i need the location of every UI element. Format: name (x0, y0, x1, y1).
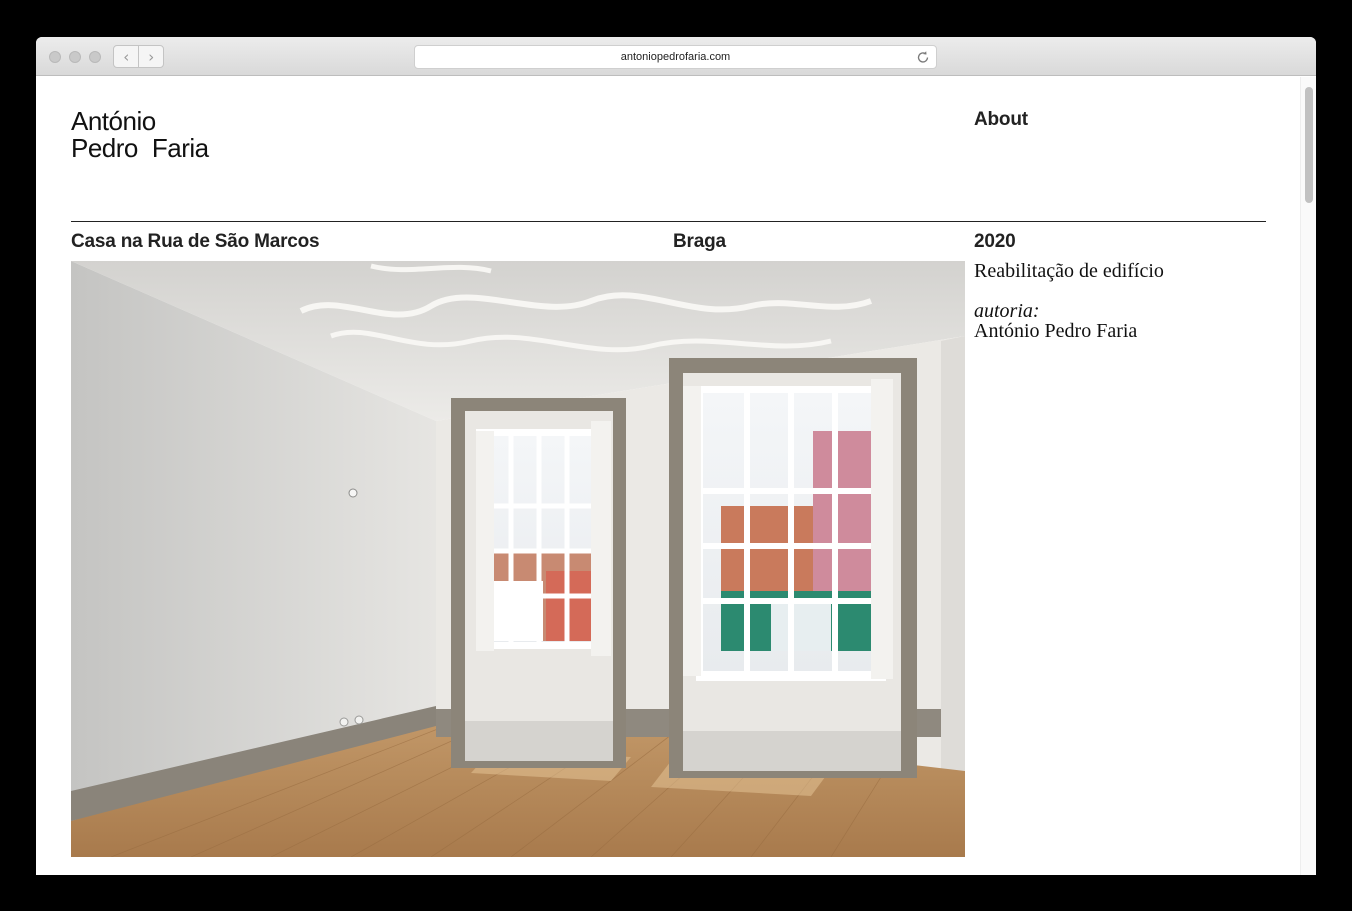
address-bar[interactable]: antoniopedrofaria.com (414, 45, 937, 69)
page-content: António Pedro Faria About Casa na Rua de … (36, 77, 1300, 875)
url-text: antoniopedrofaria.com (620, 51, 731, 63)
nav-about-link[interactable]: About (974, 109, 1028, 131)
project-year: 2020 (974, 231, 1016, 252)
logo-last-name: Faria (151, 133, 209, 163)
project-details: Reabilitação de edifício autoria: Antóni… (974, 259, 1164, 341)
site-logo[interactable]: António Pedro Faria (71, 108, 209, 162)
project-author: António Pedro Faria (974, 320, 1138, 342)
project-type: Reabilitação de edifício (974, 260, 1164, 282)
browser-window: ‹ › antoniopedrofaria.com António Pedro F… (36, 37, 1316, 875)
close-window-button[interactable] (49, 51, 61, 63)
reload-icon[interactable] (914, 48, 932, 66)
vertical-scrollbar[interactable] (1300, 77, 1316, 875)
zoom-window-button[interactable] (89, 51, 101, 63)
scrollbar-thumb[interactable] (1305, 87, 1313, 203)
history-buttons: ‹ › (113, 45, 164, 68)
logo-middle-name: Pedro (71, 133, 138, 163)
minimize-window-button[interactable] (69, 51, 81, 63)
chevron-left-icon[interactable]: ‹ (114, 46, 138, 67)
project-photo[interactable] (71, 261, 965, 857)
logo-first-name: António (71, 106, 156, 136)
project-title: Casa na Rua de São Marcos (71, 231, 320, 252)
browser-titlebar: ‹ › antoniopedrofaria.com (36, 37, 1316, 76)
chevron-right-icon[interactable]: › (138, 46, 163, 67)
project-city: Braga (673, 231, 726, 252)
header-divider (71, 221, 1266, 222)
author-label: autoria: (974, 300, 1040, 322)
